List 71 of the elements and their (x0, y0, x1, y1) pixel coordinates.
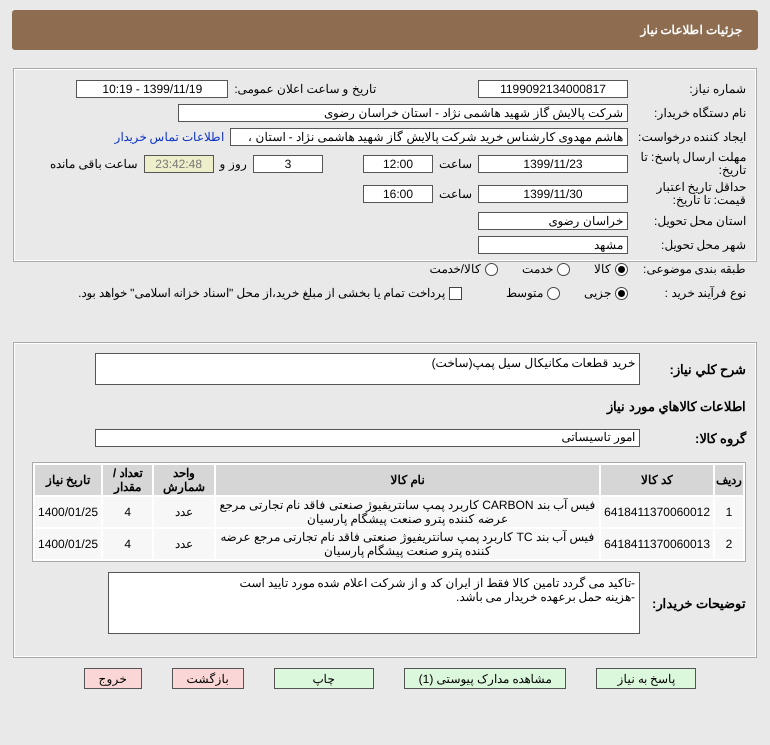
action-button[interactable]: خروج (84, 668, 142, 689)
radio-button[interactable] (615, 262, 628, 276)
field-label: نام دستگاه خریدار: (652, 106, 746, 120)
field-label: شماره نیاز: (688, 82, 746, 96)
table-cell: 6418411370060012 (601, 497, 713, 527)
field-label: ایجاد کننده درخواست: (636, 130, 746, 144)
table-cell: فیس آب بند TC کاربرد پمپ سانتریفیوژ صنعتی فاقد نام تجارتی مرجع عرضه کننده پترو صنعت پیشگام پارسیان (216, 529, 600, 559)
days-label: روز و (220, 157, 247, 171)
table-cell: 2 (715, 529, 743, 559)
table-cell: 4 (103, 529, 152, 559)
action-button[interactable]: مشاهده مدارک پیوستی (1) (404, 668, 566, 689)
column-header: نام کالا (216, 465, 600, 495)
remaining-label: ساعت باقی مانده (50, 157, 138, 171)
action-button[interactable]: چاپ (274, 668, 374, 689)
group-field: امور تاسیساتی (95, 429, 640, 447)
column-header: تعداد / مقدار (103, 465, 152, 495)
column-header: واحد شمارش (154, 465, 214, 495)
field-label: مهلت ارسال پاسخ: تا تاریخ: (640, 151, 746, 177)
field-label: طبقه بندی موضوعی: (642, 262, 746, 276)
buyer-field: شرکت پالایش گاز شهید هاشمی نژاد - استان خراسان رضوی (178, 104, 628, 122)
table-cell: 4 (103, 497, 152, 527)
table-cell: عدد (154, 497, 214, 527)
date-field: 1399/11/23 (478, 155, 628, 173)
time-field: 16:00 (363, 185, 433, 203)
contact-link[interactable]: اطلاعات تماس خریدار (114, 130, 224, 144)
table-cell: 1400/01/25 (35, 529, 102, 559)
radio-button[interactable] (485, 262, 498, 276)
time-field: 12:00 (363, 155, 433, 173)
action-button[interactable]: بازگشت (172, 668, 244, 689)
field-label: توضیحات خریدار: (651, 596, 746, 610)
radio-label: جزیی (584, 286, 611, 300)
time-label: ساعت (439, 157, 472, 171)
remaining-time-field: 23:42:48 (144, 155, 214, 173)
notes-line: -تاکید می گردد تامین کالا فقط از ایران کد و از شرکت اعلام شده مورد تایید است (238, 576, 635, 590)
action-button[interactable]: پاسخ به نیاز (596, 668, 696, 689)
date-field: 1399/11/30 (478, 185, 628, 203)
radio-button[interactable] (615, 286, 628, 300)
radio-button[interactable] (557, 262, 570, 276)
table-cell: 6418411370060013 (601, 529, 713, 559)
checkbox[interactable] (449, 286, 462, 300)
announce-date-field: 1399/11/19 - 10:19 (76, 80, 228, 98)
checkbox-label: پرداخت تمام یا بخشی از مبلغ خرید،از محل "اسناد خزانه اسلامی" خواهد بود. (78, 286, 445, 300)
table-cell: فیس آب بند CARBON کاربرد پمپ سانتریفیوژ صنعتی فاقد نام تجارتی مرجع عرضه کننده پترو صنعت پیشگام پارسیان (216, 497, 600, 527)
table-cell: عدد (154, 529, 214, 559)
section-heading: اطلاعات كالاهاي مورد نياز (605, 399, 746, 414)
field-label: استان محل تحویل: (652, 214, 746, 228)
city-field: مشهد (478, 236, 628, 254)
column-header: تاریخ نیاز (35, 465, 102, 495)
radio-label: خدمت (522, 262, 553, 276)
creator-field: هاشم مهدوی کارشناس خرید شرکت پالایش گاز شهید هاشمی نژاد - استان ، (230, 128, 628, 146)
radio-button[interactable] (547, 286, 560, 300)
table-cell: 1400/01/25 (35, 497, 102, 527)
need-number-field: 1199092134000817 (478, 80, 628, 98)
radio-label: کالا (594, 262, 611, 276)
field-label: نوع فرآیند خرید : (664, 286, 746, 300)
radio-label: کالا/خدمت (430, 262, 481, 276)
field-label: حداقل تاریخ اعتبار قیمت: تا تاریخ: (655, 181, 746, 207)
province-field: خراسان رضوی (478, 212, 628, 230)
column-header: کد کالا (601, 465, 713, 495)
description-field: خرید قطعات مکانیکال سیل پمپ(ساخت) (95, 353, 640, 385)
page-title: جزئیات اطلاعات نیاز (640, 23, 742, 37)
table-cell: 1 (715, 497, 743, 527)
radio-label: متوسط (506, 286, 543, 300)
notes-line: -هزینه حمل برعهده خریدار می باشد. (455, 590, 635, 604)
field-label: گروه کالا: (694, 430, 746, 446)
time-label: ساعت (439, 187, 472, 201)
days-field: 3 (253, 155, 323, 173)
field-label: تاریخ و ساعت اعلان عمومی: (234, 82, 376, 96)
column-header: ردیف (715, 465, 743, 495)
field-label: شرح كلي نياز: (668, 362, 746, 376)
field-label: شهر محل تحویل: (660, 238, 746, 252)
